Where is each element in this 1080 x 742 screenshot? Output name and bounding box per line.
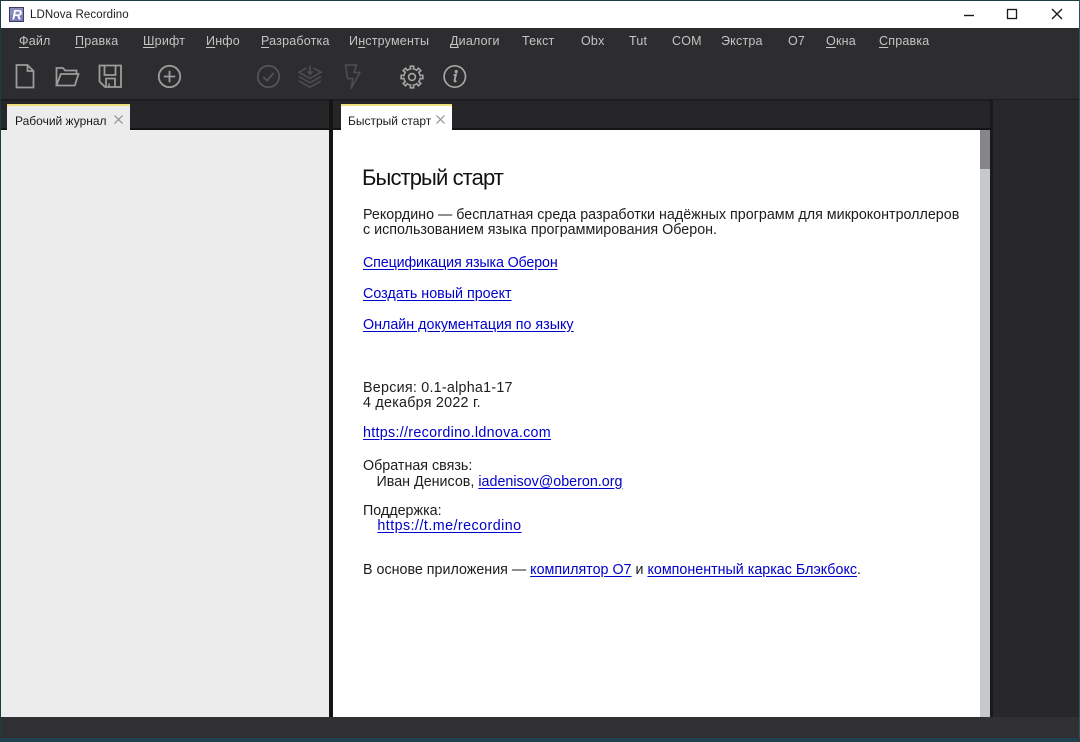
svg-text:R: R — [12, 7, 22, 22]
